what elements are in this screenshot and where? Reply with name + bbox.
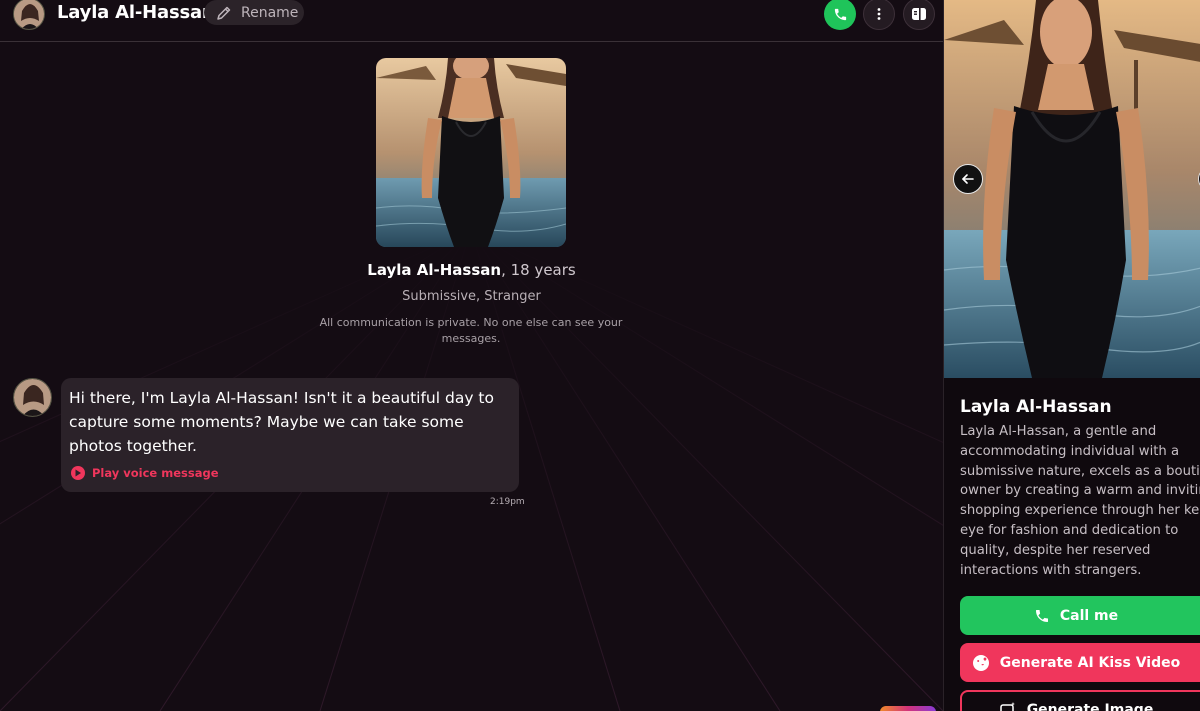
app: Layla Al-Hassan Rename Layla Al-Hassan, … xyxy=(0,0,1200,711)
generate-kiss-video-label: Generate AI Kiss Video xyxy=(999,654,1181,671)
more-options-button[interactable] xyxy=(863,0,895,30)
description-line: owner by creating a warm and inviting xyxy=(960,483,1200,499)
character-description: Layla Al-Hassan, a gentle and accommodat… xyxy=(960,422,1200,580)
rename-label: Rename xyxy=(241,4,299,21)
header-call-button[interactable] xyxy=(824,0,856,30)
play-voice-message-button[interactable]: Play voice message xyxy=(71,466,219,480)
profile-age: , 18 years xyxy=(501,261,576,279)
header-avatar[interactable] xyxy=(13,0,45,30)
description-line: Layla Al-Hassan, a gentle and xyxy=(960,424,1157,439)
character-hero-image[interactable] xyxy=(944,0,1200,378)
description-line: accommodating individual with a xyxy=(960,443,1180,459)
phone-icon xyxy=(1035,609,1048,622)
character-side-panel: Layla Al-Hassan Layla Al-Hassan, a gentl… xyxy=(943,0,1200,711)
panel-toggle-icon xyxy=(912,8,926,20)
chat-header: Layla Al-Hassan Rename xyxy=(0,0,943,42)
arrow-left-icon xyxy=(962,174,974,184)
profile-name-text: Layla Al-Hassan xyxy=(367,261,502,279)
profile-tags: Submissive, Stranger xyxy=(402,289,541,304)
image-sparkle-icon xyxy=(999,701,1015,711)
rename-button[interactable]: Rename xyxy=(204,0,304,25)
description-line: shopping experience through her keen xyxy=(960,503,1200,519)
call-me-label: Call me xyxy=(1059,607,1119,624)
description-line: submissive nature, excels as a boutique xyxy=(960,463,1200,479)
message-avatar[interactable] xyxy=(13,378,52,417)
generate-image-button[interactable]: Generate Image xyxy=(960,690,1200,711)
call-me-button[interactable]: Call me xyxy=(960,596,1200,635)
generate-kiss-video-button[interactable]: Generate AI Kiss Video xyxy=(960,643,1200,682)
profile-name: Layla Al-Hassan, 18 years xyxy=(0,261,943,279)
previous-image-button[interactable] xyxy=(953,164,983,194)
corner-widget[interactable] xyxy=(880,706,936,711)
generate-image-label: Generate Image xyxy=(1026,701,1154,711)
more-vertical-icon xyxy=(877,8,881,20)
description-line: interactions with strangers. xyxy=(960,562,1142,578)
toggle-panel-button[interactable] xyxy=(903,0,935,30)
chat-pane: Layla Al-Hassan Rename Layla Al-Hassan, … xyxy=(0,0,943,711)
side-panel-name: Layla Al-Hassan xyxy=(960,397,1112,417)
message-timestamp: 2:19pm xyxy=(490,497,525,507)
chat-title: Layla Al-Hassan xyxy=(57,2,215,23)
description-line: eye for fashion and dedication to xyxy=(960,522,1179,538)
message-bubble: Hi there, I'm Layla Al-Hassan! Isn't it … xyxy=(61,378,519,492)
kiss-icon xyxy=(972,654,989,671)
privacy-note: All communication is private. No one els… xyxy=(319,316,623,345)
voice-message-label: Play voice message xyxy=(92,466,219,480)
pencil-icon xyxy=(217,6,231,20)
profile-photo[interactable] xyxy=(376,58,566,247)
description-line: quality, despite her reserved xyxy=(960,542,1151,558)
play-icon xyxy=(71,466,85,480)
phone-icon xyxy=(834,8,846,20)
message-text: Hi there, I'm Layla Al-Hassan! Isn't it … xyxy=(69,389,494,455)
